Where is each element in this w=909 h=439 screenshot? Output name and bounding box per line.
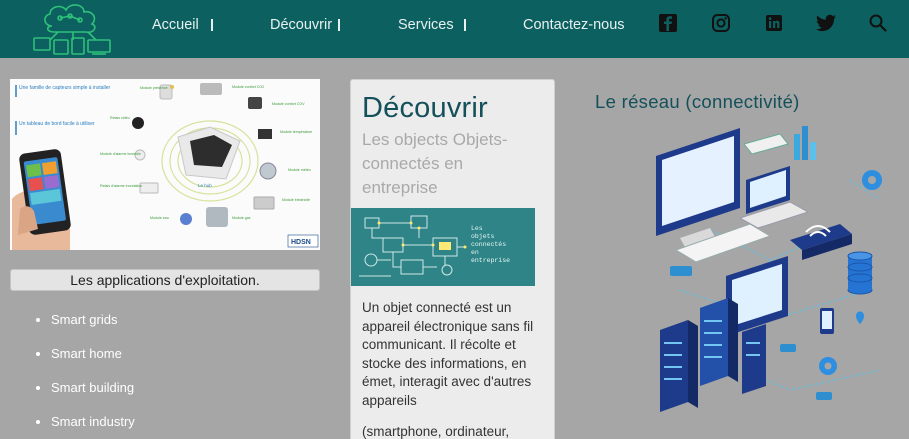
list-item[interactable]: Smart building [34, 378, 135, 412]
iot-circuit-image: Les objets connectés en entreprise [351, 208, 535, 286]
network-title: Le réseau (connectivité) [595, 91, 800, 112]
linkedin-icon[interactable] [764, 13, 784, 33]
svg-text:Une famille de capteurs simple: Une famille de capteurs simple à install… [19, 85, 110, 91]
decouvrir-card: Découvrir Les objects Objets-connectés e… [350, 79, 555, 439]
nav-separator [211, 19, 213, 31]
instagram-icon[interactable] [711, 13, 731, 33]
module-label: Module confort COV [272, 102, 305, 106]
nav-separator [464, 19, 466, 31]
site-header: Accueil Découvrir Services Contactez-nou… [0, 0, 909, 58]
nav-contactez-nous[interactable]: Contactez-nous [523, 17, 625, 33]
cloud-devices-logo[interactable] [30, 2, 116, 56]
list-item[interactable]: Smart industry [34, 412, 135, 439]
hero-label-dashboard: Un tableau de bord facile à utiliser [19, 121, 95, 127]
brand-label: HDSN [291, 239, 311, 246]
hero-label-sensors: Une famille de capteurs simple à install… [19, 85, 110, 91]
search-icon[interactable] [868, 13, 888, 33]
module-label: Module présence [140, 86, 168, 90]
list-item[interactable]: Smart grids [34, 310, 135, 344]
card-title: Découvrir [362, 92, 488, 124]
circuit-illustration: Les objets connectés en entreprise [359, 215, 510, 277]
module-label: Relais d'alarme inondation [100, 184, 142, 188]
card-paragraph: Un objet connecté est un appareil électr… [362, 300, 534, 408]
module-label: Module d'alarme incendie [100, 152, 141, 156]
svg-text:Un tableau de bord facile à ut: Un tableau de bord facile à utiliser [19, 121, 95, 127]
facebook-icon[interactable] [658, 13, 678, 33]
module-label: Module eau [150, 216, 169, 220]
module-label: Module gaz [232, 216, 251, 220]
sensors-illustration: Une famille de capteurs simple à install… [12, 83, 319, 250]
card-paragraph-continued: (smartphone, ordinateur, [362, 424, 510, 439]
module-label: Module météo [288, 168, 311, 172]
sensors-infographic: Une famille de capteurs simple à install… [10, 79, 320, 250]
module-label: Relais vidéo [110, 116, 130, 120]
list-item[interactable]: Smart home [34, 344, 135, 378]
nav-accueil[interactable]: Accueil [152, 17, 199, 33]
network-isometric-illustration [640, 120, 905, 420]
nav-separator [338, 19, 340, 31]
twitter-icon[interactable] [815, 13, 837, 33]
card-image-caption: Les objets connectés en entreprise [471, 225, 510, 264]
applications-heading: Les applications d'exploitation. [10, 269, 320, 291]
hub-label: Le hub [198, 183, 212, 188]
applications-list: Smart grids Smart home Smart building Sm… [34, 310, 135, 439]
card-subtitle: Les objects Objets-connectés en entrepri… [362, 130, 508, 197]
nav-decouvrir[interactable]: Découvrir [270, 17, 332, 33]
module-label: Module température [280, 130, 312, 134]
network-illustration [656, 126, 882, 412]
module-label: Module électricité [282, 198, 310, 202]
nav-services[interactable]: Services [398, 17, 454, 33]
module-label: Module confort CO2 [232, 85, 264, 89]
